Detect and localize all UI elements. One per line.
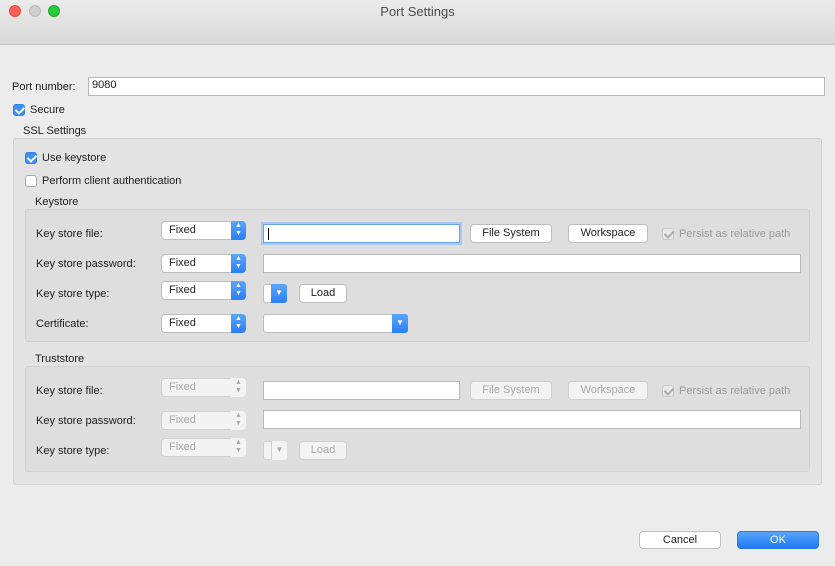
keystore-password-input[interactable] bbox=[263, 254, 801, 273]
keystore-persist-checkbox[interactable] bbox=[662, 228, 674, 240]
window-title: Port Settings bbox=[380, 4, 455, 19]
popup-arrows-icon: ▲ ▼ bbox=[231, 254, 246, 273]
certificate-mode-value: Fixed bbox=[169, 317, 196, 329]
truststore-type-mode-value: Fixed bbox=[169, 441, 196, 453]
keystore-type-mode-select[interactable]: Fixed ▲ ▼ bbox=[161, 281, 246, 300]
truststore-file-label: Key store file: bbox=[36, 385, 103, 397]
port-number-label: Port number: bbox=[12, 81, 76, 93]
keystore-file-input[interactable] bbox=[263, 224, 460, 243]
keystore-title: Keystore bbox=[35, 196, 79, 208]
text-caret bbox=[268, 228, 269, 240]
keystore-file-label: Key store file: bbox=[36, 228, 103, 240]
client-auth-checkbox[interactable] bbox=[25, 175, 37, 187]
title-bar: Port Settings bbox=[0, 0, 835, 45]
port-number-input[interactable]: 9080 bbox=[88, 77, 825, 96]
truststore-password-input[interactable] bbox=[263, 410, 801, 429]
popup-arrows-icon: ▲ ▼ bbox=[231, 411, 246, 430]
truststore-password-mode-select[interactable]: Fixed ▲ ▼ bbox=[161, 411, 246, 430]
truststore-persist-label: Persist as relative path bbox=[679, 385, 791, 397]
chevron-down-icon: ▼ bbox=[271, 284, 287, 303]
secure-label: Secure bbox=[30, 104, 65, 116]
truststore-type-combo[interactable]: ▼ bbox=[263, 441, 287, 460]
truststore-type-mode-select[interactable]: Fixed ▲ ▼ bbox=[161, 438, 246, 457]
ok-button[interactable]: OK bbox=[737, 531, 819, 549]
use-keystore-label: Use keystore bbox=[42, 152, 107, 164]
popup-arrows-icon: ▲ ▼ bbox=[231, 281, 246, 300]
keystore-password-mode-value: Fixed bbox=[169, 257, 196, 269]
keystore-password-label: Key store password: bbox=[36, 258, 136, 270]
popup-arrows-icon: ▲ ▼ bbox=[231, 221, 246, 240]
client-auth-label: Perform client authentication bbox=[42, 175, 182, 187]
truststore-file-mode-value: Fixed bbox=[169, 381, 196, 393]
truststore-file-system-button[interactable]: File System bbox=[470, 381, 552, 400]
keystore-type-mode-value: Fixed bbox=[169, 284, 196, 296]
cancel-button[interactable]: Cancel bbox=[639, 531, 721, 549]
keystore-workspace-button[interactable]: Workspace bbox=[568, 224, 648, 243]
truststore-password-label: Key store password: bbox=[36, 415, 136, 427]
popup-arrows-icon: ▲ ▼ bbox=[231, 438, 246, 457]
certificate-label: Certificate: bbox=[36, 318, 89, 330]
certificate-mode-select[interactable]: Fixed ▲ ▼ bbox=[161, 314, 246, 333]
chevron-down-icon: ▼ bbox=[392, 314, 408, 333]
popup-arrows-icon: ▲ ▼ bbox=[231, 314, 246, 333]
keystore-file-mode-select[interactable]: Fixed ▲ ▼ bbox=[161, 221, 246, 240]
keystore-persist-label: Persist as relative path bbox=[679, 228, 791, 240]
truststore-file-input[interactable] bbox=[263, 381, 460, 400]
certificate-combo[interactable]: ▼ bbox=[263, 314, 408, 333]
keystore-type-label: Key store type: bbox=[36, 288, 110, 300]
use-keystore-checkbox[interactable] bbox=[25, 152, 37, 164]
keystore-file-mode-value: Fixed bbox=[169, 224, 196, 236]
keystore-type-combo[interactable]: ▼ bbox=[263, 284, 287, 303]
truststore-load-button[interactable]: Load bbox=[299, 441, 347, 460]
popup-arrows-icon: ▲ ▼ bbox=[231, 378, 246, 397]
ssl-settings-title: SSL Settings bbox=[23, 125, 87, 137]
keystore-password-mode-select[interactable]: Fixed ▲ ▼ bbox=[161, 254, 246, 273]
truststore-title: Truststore bbox=[35, 353, 85, 365]
secure-checkbox[interactable] bbox=[13, 104, 25, 116]
keystore-file-system-button[interactable]: File System bbox=[470, 224, 552, 243]
truststore-workspace-button[interactable]: Workspace bbox=[568, 381, 648, 400]
truststore-file-mode-select[interactable]: Fixed ▲ ▼ bbox=[161, 378, 246, 397]
chevron-down-icon: ▼ bbox=[271, 441, 287, 460]
truststore-persist-checkbox[interactable] bbox=[662, 385, 674, 397]
truststore-type-label: Key store type: bbox=[36, 445, 110, 457]
keystore-load-button[interactable]: Load bbox=[299, 284, 347, 303]
truststore-password-mode-value: Fixed bbox=[169, 414, 196, 426]
